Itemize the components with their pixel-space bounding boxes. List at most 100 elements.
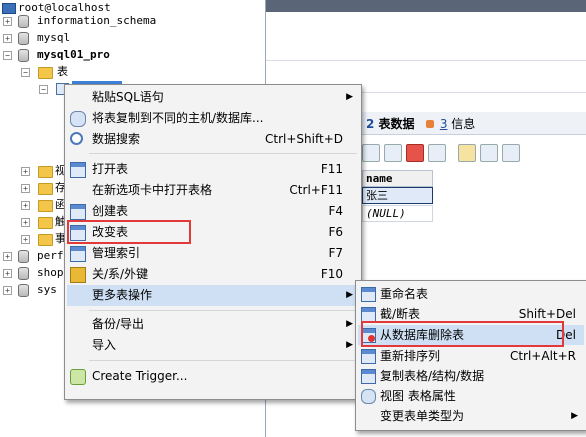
result-toolbar <box>362 140 586 166</box>
info-icon <box>426 120 434 128</box>
submenu-arrow-icon: ▶ <box>346 319 353 329</box>
delete-icon[interactable] <box>406 144 424 162</box>
filter-icon[interactable] <box>362 144 380 162</box>
menu-item-copy-table[interactable]: 将表复制到不同的主机/数据库... <box>67 108 359 129</box>
properties-icon <box>361 389 376 404</box>
submenu-item-copy-table-structure[interactable]: 复制表格/结构/数据 <box>358 366 584 386</box>
menu-item-open-table[interactable]: 打开表 F11 <box>67 159 359 180</box>
collapse-icon[interactable]: − <box>21 68 30 77</box>
submenu-item-change-table-type[interactable]: 变更表单类型为 ▶ <box>358 406 584 426</box>
expand-icon[interactable]: + <box>21 218 30 227</box>
menu-item-label: 更多表操作 <box>92 288 153 302</box>
menu-item-shortcut: Ctrl+F11 <box>289 183 343 197</box>
menu-item-label: 管理索引 <box>92 246 141 260</box>
menu-item-paste-sql[interactable]: 粘贴SQL语句 ▶ <box>67 87 359 108</box>
expand-icon[interactable]: + <box>3 34 12 43</box>
submenu-item-reorder-columns[interactable]: 重新排序列 Ctrl+Alt+R <box>358 346 584 366</box>
truncate-icon <box>361 307 376 322</box>
save-icon[interactable] <box>384 144 402 162</box>
expand-icon[interactable]: + <box>3 17 12 26</box>
table-icon <box>70 162 86 178</box>
cancel-icon[interactable] <box>428 144 446 162</box>
submenu-arrow-icon: ▶ <box>346 340 353 350</box>
expand-icon[interactable]: + <box>3 252 12 261</box>
menu-item-shortcut: Ctrl+Shift+D <box>265 132 343 146</box>
menu-item-label: 重新排序列 <box>380 349 441 363</box>
tree-node-label: sys <box>37 283 57 296</box>
grid-cell[interactable]: (NULL) <box>362 205 433 222</box>
folder-icon <box>38 200 53 212</box>
grid-cell[interactable]: 张三 <box>362 187 433 204</box>
trigger-icon <box>70 369 86 385</box>
menu-item-backup-export[interactable]: 备份/导出 ▶ <box>67 314 359 335</box>
folder-icon <box>38 234 53 246</box>
tree-node-label: mysql01_pro <box>37 48 110 61</box>
tab-info[interactable]: 3 信息 <box>422 115 479 133</box>
expand-icon[interactable]: + <box>21 167 30 176</box>
reorder-icon <box>361 349 376 364</box>
menu-separator <box>89 153 357 154</box>
submenu-item-rename-table[interactable]: 重命名表 <box>358 284 584 304</box>
tab-number: 3 <box>439 117 448 131</box>
database-icon <box>18 32 29 45</box>
submenu-arrow-icon: ▶ <box>571 411 578 421</box>
tree-node-label: 表 <box>57 65 68 78</box>
folder-icon <box>38 166 53 178</box>
result-tabs: 2 表数据 3 信息 <box>362 112 586 135</box>
search-icon <box>70 132 83 145</box>
folder-icon <box>38 217 53 229</box>
context-menu: 粘贴SQL语句 ▶ 将表复制到不同的主机/数据库... 数据搜索 Ctrl+Sh… <box>64 84 362 400</box>
expand-icon[interactable]: + <box>3 269 12 278</box>
menu-item-create-trigger[interactable]: Create Trigger... <box>67 366 359 387</box>
menu-item-label: 关/系/外键 <box>92 267 149 281</box>
collapse-icon[interactable]: − <box>3 51 12 60</box>
menu-item-label: 导入 <box>92 338 117 352</box>
server-icon <box>2 3 16 14</box>
menu-item-label: 复制表格/结构/数据 <box>380 369 485 383</box>
menu-item-shortcut: F11 <box>320 162 343 176</box>
menu-item-shortcut: F4 <box>328 204 343 218</box>
tree-node-label: perf <box>37 249 64 262</box>
copy-icon <box>70 111 86 127</box>
menu-item-label: 在新选项卡中打开表格 <box>92 183 213 197</box>
menu-item-manage-indexes[interactable]: 管理索引 F7 <box>67 243 359 264</box>
submenu-arrow-icon: ▶ <box>346 290 353 300</box>
menu-item-label: 备份/导出 <box>92 317 145 331</box>
expand-icon[interactable]: + <box>21 201 30 210</box>
menu-item-data-search[interactable]: 数据搜索 Ctrl+Shift+D <box>67 129 359 150</box>
submenu-arrow-icon: ▶ <box>346 92 353 102</box>
database-icon <box>18 267 29 280</box>
tree-node-label: mysql <box>37 31 71 44</box>
menu-item-import[interactable]: 导入 ▶ <box>67 335 359 356</box>
tree-node-label: shop <box>37 266 64 279</box>
menu-item-label: 创建表 <box>92 204 129 218</box>
expand-icon[interactable]: + <box>21 235 30 244</box>
menu-item-more-table-ops[interactable]: 更多表操作 ▶ <box>67 285 359 306</box>
folder-icon <box>38 183 53 195</box>
expand-icon[interactable]: + <box>3 286 12 295</box>
menu-item-open-table-new-tab[interactable]: 在新选项卡中打开表格 Ctrl+F11 <box>67 180 359 201</box>
menu-separator <box>89 310 357 311</box>
tab-label: 表数据 <box>378 117 415 131</box>
form-view-icon[interactable] <box>480 144 498 162</box>
menu-item-shortcut: F7 <box>328 246 343 260</box>
text-view-icon[interactable] <box>502 144 520 162</box>
menu-item-create-table[interactable]: 创建表 F4 <box>67 201 359 222</box>
column-header[interactable]: name <box>362 170 433 187</box>
tab-label: 信息 <box>451 117 476 131</box>
expand-icon[interactable]: + <box>21 184 30 193</box>
menu-item-label: 数据搜索 <box>92 132 141 146</box>
menu-item-label: 变更表单类型为 <box>380 409 465 423</box>
grid-line <box>266 60 586 61</box>
rename-icon <box>361 287 376 302</box>
grid-view-icon[interactable] <box>458 144 476 162</box>
annotation-highlight-box <box>67 220 191 244</box>
tab-table-data[interactable]: 2 表数据 <box>362 115 419 133</box>
database-icon <box>18 284 29 297</box>
collapse-icon[interactable]: − <box>39 85 48 94</box>
create-table-icon <box>70 204 86 220</box>
menu-item-label: 打开表 <box>92 162 129 176</box>
foreign-key-icon <box>70 267 86 283</box>
submenu-item-table-properties[interactable]: 视图 表格属性 <box>358 386 584 406</box>
menu-item-relationships[interactable]: 关/系/外键 F10 <box>67 264 359 285</box>
